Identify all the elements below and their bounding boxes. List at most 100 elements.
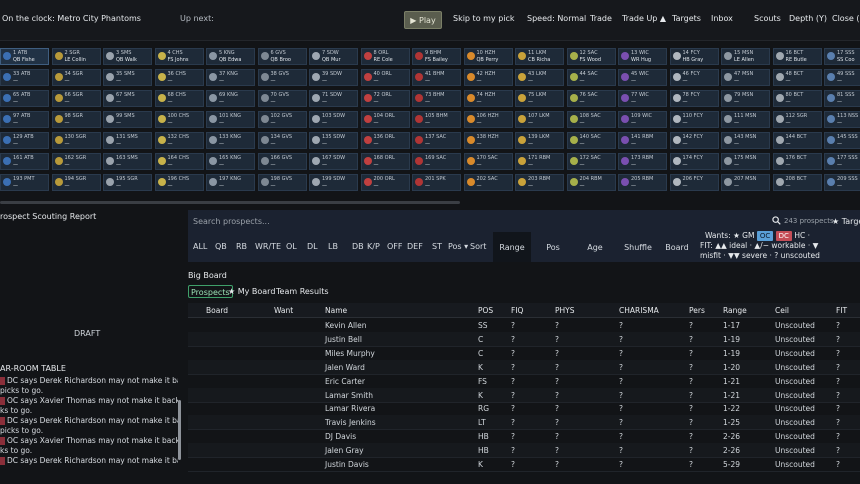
trade-up-button[interactable]: Trade Up ▲ [622,14,666,23]
filter-k-p[interactable]: K/P [367,242,380,251]
draft-pick-cell[interactable]: 203 RBM — [515,174,564,191]
draft-pick-cell[interactable]: 69 KNG — [206,90,255,107]
draft-pick-cell[interactable]: 132 CHS — [154,132,204,149]
draft-pick-cell[interactable]: 173 RBM — [618,153,667,170]
draft-pick-cell[interactable]: 41 BHM — [412,69,461,86]
draft-pick-cell[interactable]: 40 ORL — [360,69,410,86]
draft-pick-cell[interactable]: 43 LKM — [515,69,564,86]
draft-pick-cell[interactable]: 34 SGR — [51,69,101,86]
draft-pick-cell[interactable]: 5 KNG QB Edwa [206,48,255,65]
draft-pick-cell[interactable]: 169 SAC — [412,153,461,170]
depth-chart-button[interactable]: Depth (Y) [789,14,827,23]
draft-pick-cell[interactable]: 177 SSS — [824,153,860,170]
table-row[interactable]: Miles Murphy C???? 1-19 Unscouted? [188,346,860,361]
skip-to-my-pick-button[interactable]: Skip to my pick [453,14,515,23]
draft-pick-cell[interactable]: 4 CHS FS Johns [154,48,204,65]
draft-pick-cell[interactable]: 76 SAC — [566,90,616,107]
draft-pick-cell[interactable]: 100 CHS — [154,111,204,128]
draft-pick-cell[interactable]: 166 GVS — [257,153,307,170]
draft-pick-cell[interactable]: 170 SAC — [463,153,513,170]
draft-pick-cell[interactable]: 106 HZH — [463,111,513,128]
draft-pick-cell[interactable]: 202 SAC — [463,174,513,191]
filter-db[interactable]: DB [352,242,364,251]
draft-pick-cell[interactable]: 46 FCY — [669,69,719,86]
draft-pick-cell[interactable]: 163 SMS — [103,153,152,170]
draft-pick-cell[interactable]: 79 MSN — [721,90,770,107]
feed-scrollbar[interactable] [178,400,181,460]
inbox-button[interactable]: Inbox [711,14,733,23]
table-row[interactable]: Eric Carter FS???? 1-21 Unscouted? [188,374,860,389]
draft-pick-cell[interactable]: 174 FCY — [669,153,719,170]
draft-pick-cell[interactable]: 134 GVS — [257,132,307,149]
draft-pick-cell[interactable]: 102 GVS — [257,111,307,128]
draft-pick-cell[interactable]: 68 CHS — [154,90,204,107]
draft-pick-cell[interactable]: 16 BCT RE Butle [772,48,822,65]
search-icon[interactable] [772,216,781,225]
column-header-fit[interactable]: FIT [836,306,847,315]
draft-pick-cell[interactable]: 145 SSS — [824,132,860,149]
search-input[interactable]: Search prospects... [193,217,270,226]
draft-pick-cell[interactable]: 78 FCY — [669,90,719,107]
draft-pick-cell[interactable]: 14 FCY HB Gray [669,48,719,65]
draft-pick-cell[interactable]: 204 RBM — [566,174,616,191]
draft-pick-cell[interactable]: 75 LKM — [515,90,564,107]
sort-age-button[interactable]: Age [575,232,615,262]
draft-pick-cell[interactable]: 135 SDW — [309,132,358,149]
draft-pick-cell[interactable]: 167 SDW — [309,153,358,170]
column-header-phys[interactable]: PHYS [555,306,575,315]
draft-pick-cell[interactable]: 113 NSS — [824,111,860,128]
table-row[interactable]: DJ Davis HB???? 2-26 Unscouted? [188,429,860,445]
draft-pick-cell[interactable]: 107 LKM — [515,111,564,128]
draft-pick-cell[interactable]: 172 SAC — [566,153,616,170]
draft-pick-cell[interactable]: 164 CHS — [154,153,204,170]
draft-pick-cell[interactable]: 197 KNG — [206,174,255,191]
scouts-button[interactable]: Scouts [754,14,781,23]
draft-pick-cell[interactable]: 133 KNG — [206,132,255,149]
draft-pick-cell[interactable]: 47 MSN — [721,69,770,86]
draft-pick-cell[interactable]: 176 BCT — [772,153,822,170]
draft-pick-cell[interactable]: 108 SAC — [566,111,616,128]
draft-pick-cell[interactable]: 35 SMS — [103,69,152,86]
draft-pick-cell[interactable]: 141 RBM — [618,132,667,149]
close-button[interactable]: Close (E [832,14,860,23]
draft-pick-cell[interactable]: 7 SDW QB Mur [309,48,358,65]
table-row[interactable]: Travis Jenkins LT???? 1-25 Unscouted? [188,415,860,431]
draft-pick-cell[interactable]: 81 SSS — [824,90,860,107]
column-header-pers[interactable]: Pers [689,306,705,315]
draft-pick-cell[interactable]: 142 FCY — [669,132,719,149]
sort-range-button[interactable]: Range [493,232,531,262]
draft-pick-cell[interactable]: 111 MSN — [721,111,770,128]
play-button[interactable]: ▶ Play [404,11,442,29]
table-row[interactable]: Lamar Smith K???? 1-21 Unscouted? [188,387,860,403]
draft-pick-cell[interactable]: 8 ORL RE Cole [360,48,410,65]
filter-off[interactable]: OFF [387,242,403,251]
draft-pick-cell[interactable]: 162 SGR — [51,153,101,170]
draft-pick-cell[interactable]: 143 MSN — [721,132,770,149]
draft-pick-cell[interactable]: 175 MSN — [721,153,770,170]
draft-pick-cell[interactable]: 38 GVS — [257,69,307,86]
draft-pick-cell[interactable]: 198 GVS — [257,174,307,191]
draft-pick-cell[interactable]: 66 SGR — [51,90,101,107]
draft-pick-cell[interactable]: 161 ATB — [0,153,49,170]
filter-st[interactable]: ST [432,242,442,251]
column-header-board[interactable]: Board [206,306,228,315]
draft-pick-cell[interactable]: 206 FCY — [669,174,719,191]
draft-pick-cell[interactable]: 36 CHS — [154,69,204,86]
search-bar[interactable]: Search prospects... [188,210,781,232]
sort-shuffle-button[interactable]: Shuffle [617,232,659,262]
filter-lb[interactable]: LB [328,242,338,251]
draft-pick-cell[interactable]: 74 HZH — [463,90,513,107]
draft-pick-cell[interactable]: 11 LKM CB Richa [515,48,564,65]
draft-pick-cell[interactable]: 138 HZH — [463,132,513,149]
filter-dl[interactable]: DL [307,242,318,251]
table-row[interactable]: Lamar Rivera RG???? 1-22 Unscouted? [188,401,860,417]
filter-qb[interactable]: QB [215,242,227,251]
draft-pick-cell[interactable]: 77 WIC — [618,90,667,107]
table-row[interactable]: Justin Davis K???? 5-29 Unscouted? [188,457,860,472]
sort-board-button[interactable]: Board [658,232,696,262]
filter-wr-te[interactable]: WR/TE [255,242,281,251]
targets-filter-button[interactable]: ★ Targe [832,217,860,226]
column-header-want[interactable]: Want [274,306,293,315]
tab-team-results[interactable]: Team Results [276,285,329,298]
table-row[interactable]: Justin Bell C???? 1-19 Unscouted? [188,331,860,347]
